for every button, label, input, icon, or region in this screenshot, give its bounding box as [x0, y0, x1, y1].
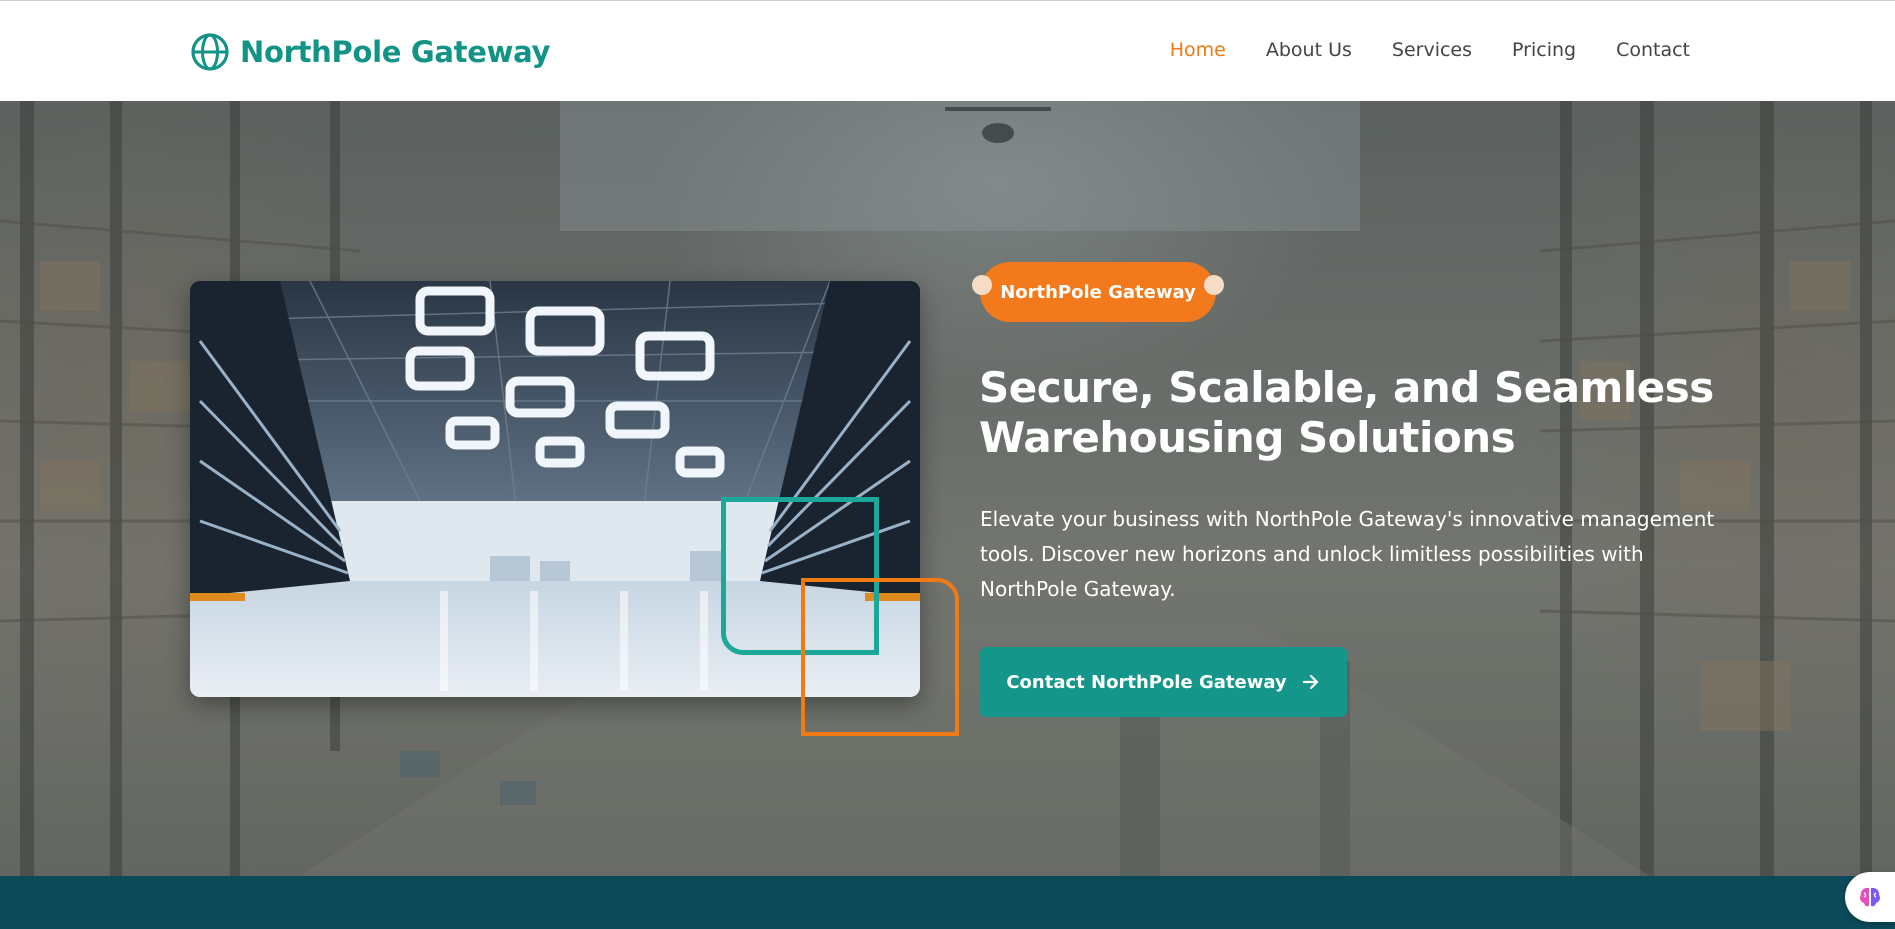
hero-title: Secure, Scalable, and Seamless Warehousi… [979, 363, 1714, 462]
badge-dot-left [972, 275, 992, 295]
nav-services[interactable]: Services [1392, 39, 1472, 61]
main-nav: Home About Us Services Pricing Contact [1170, 39, 1690, 61]
navbar: NorthPole Gateway Home About Us Services… [0, 0, 1895, 101]
assistant-launcher-button[interactable] [1845, 872, 1895, 922]
badge-dot-right [1204, 275, 1224, 295]
hero-description: Elevate your business with NorthPole Gat… [980, 507, 1715, 601]
hero-badge-label: NorthPole Gateway [1000, 281, 1196, 303]
hero-badge: NorthPole Gateway [972, 262, 1224, 322]
nav-pricing[interactable]: Pricing [1512, 39, 1576, 61]
decorative-orange-frame [801, 578, 959, 736]
nav-contact[interactable]: Contact [1616, 39, 1690, 61]
brand-logo[interactable]: NorthPole Gateway [190, 32, 550, 72]
brand-name: NorthPole Gateway [240, 35, 551, 69]
arrow-right-icon [1302, 674, 1318, 690]
brain-icon [1860, 887, 1880, 907]
nav-home[interactable]: Home [1170, 39, 1226, 61]
next-section-band [0, 876, 1895, 929]
nav-about-us[interactable]: About Us [1266, 39, 1352, 61]
hero-section: NorthPole Gateway Secure, Scalable, and … [0, 101, 1895, 876]
contact-cta-button[interactable]: Contact NorthPole Gateway [980, 647, 1347, 717]
globe-icon [191, 33, 229, 71]
cta-label: Contact NorthPole Gateway [1006, 671, 1287, 693]
